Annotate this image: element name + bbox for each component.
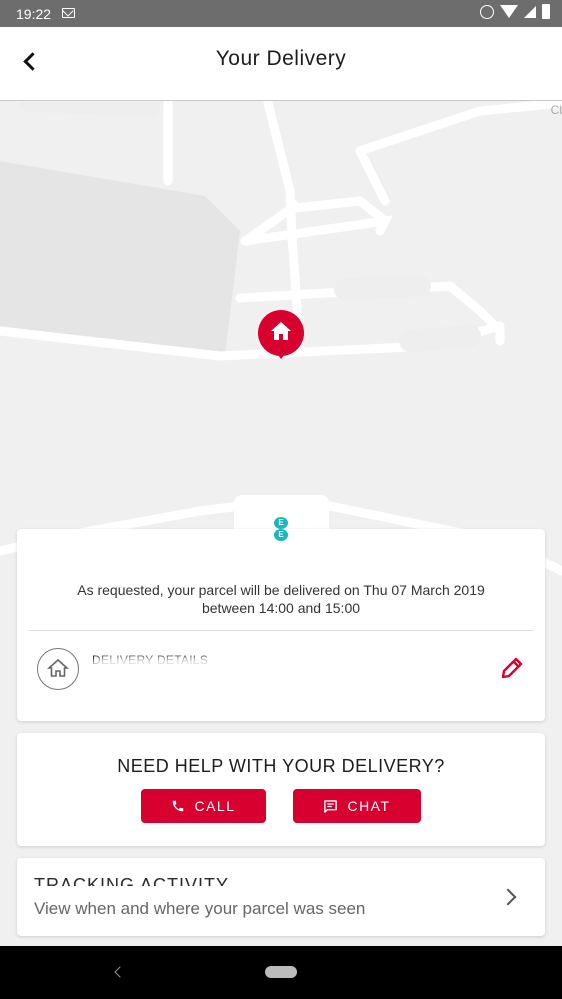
help-card: NEED HELP WITH YOUR DELIVERY? CALL CHAT — [17, 733, 545, 846]
delivery-message-line2: between 14:00 and 15:00 — [201, 600, 361, 616]
chat-label: CHAT — [347, 798, 391, 814]
page-title: Your Delivery — [215, 47, 347, 70]
help-title: NEED HELP WITH YOUR DELIVERY? — [117, 756, 445, 776]
call-label: CALL — [194, 798, 236, 814]
redacted-address — [87, 657, 477, 691]
tracking-activity-card[interactable]: TRACKING ACTIVITY View when and where yo… — [17, 858, 545, 936]
wifi-icon — [500, 5, 518, 18]
delivery-message-line1: As requested, your parcel will be delive… — [77, 582, 485, 598]
call-button[interactable]: CALL — [141, 789, 266, 823]
tracking-subtitle: View when and where your parcel was seen — [34, 899, 366, 918]
gmail-icon — [62, 8, 75, 18]
nav-home-pill[interactable] — [265, 966, 297, 978]
battery-icon — [542, 4, 550, 19]
divider — [29, 630, 533, 631]
map-street-label: Cl — [550, 103, 562, 117]
chat-icon — [324, 799, 338, 813]
app-header: Your Delivery — [0, 27, 562, 101]
chevron-right-icon — [499, 888, 517, 906]
delivery-card: As requested, your parcel will be delive… — [17, 529, 545, 721]
status-bar: 19:22 — [0, 0, 562, 27]
alarm-icon — [480, 4, 494, 19]
nav-back-icon[interactable] — [114, 966, 126, 978]
tracking-title: TRACKING ACTIVITY — [34, 876, 230, 886]
chat-button[interactable]: CHAT — [293, 789, 421, 823]
home-icon — [271, 322, 291, 340]
home-location-pin[interactable] — [258, 310, 304, 359]
signal-icon — [524, 5, 536, 18]
house-icon — [37, 648, 79, 690]
status-time: 19:22 — [16, 6, 52, 22]
delivery-message: As requested, your parcel will be delive… — [17, 581, 545, 617]
status-icons — [480, 4, 550, 19]
phone-icon — [173, 800, 184, 812]
system-nav-bar — [0, 946, 562, 999]
ee-logo: EE — [274, 517, 288, 541]
edit-pencil-icon[interactable] — [499, 655, 525, 681]
